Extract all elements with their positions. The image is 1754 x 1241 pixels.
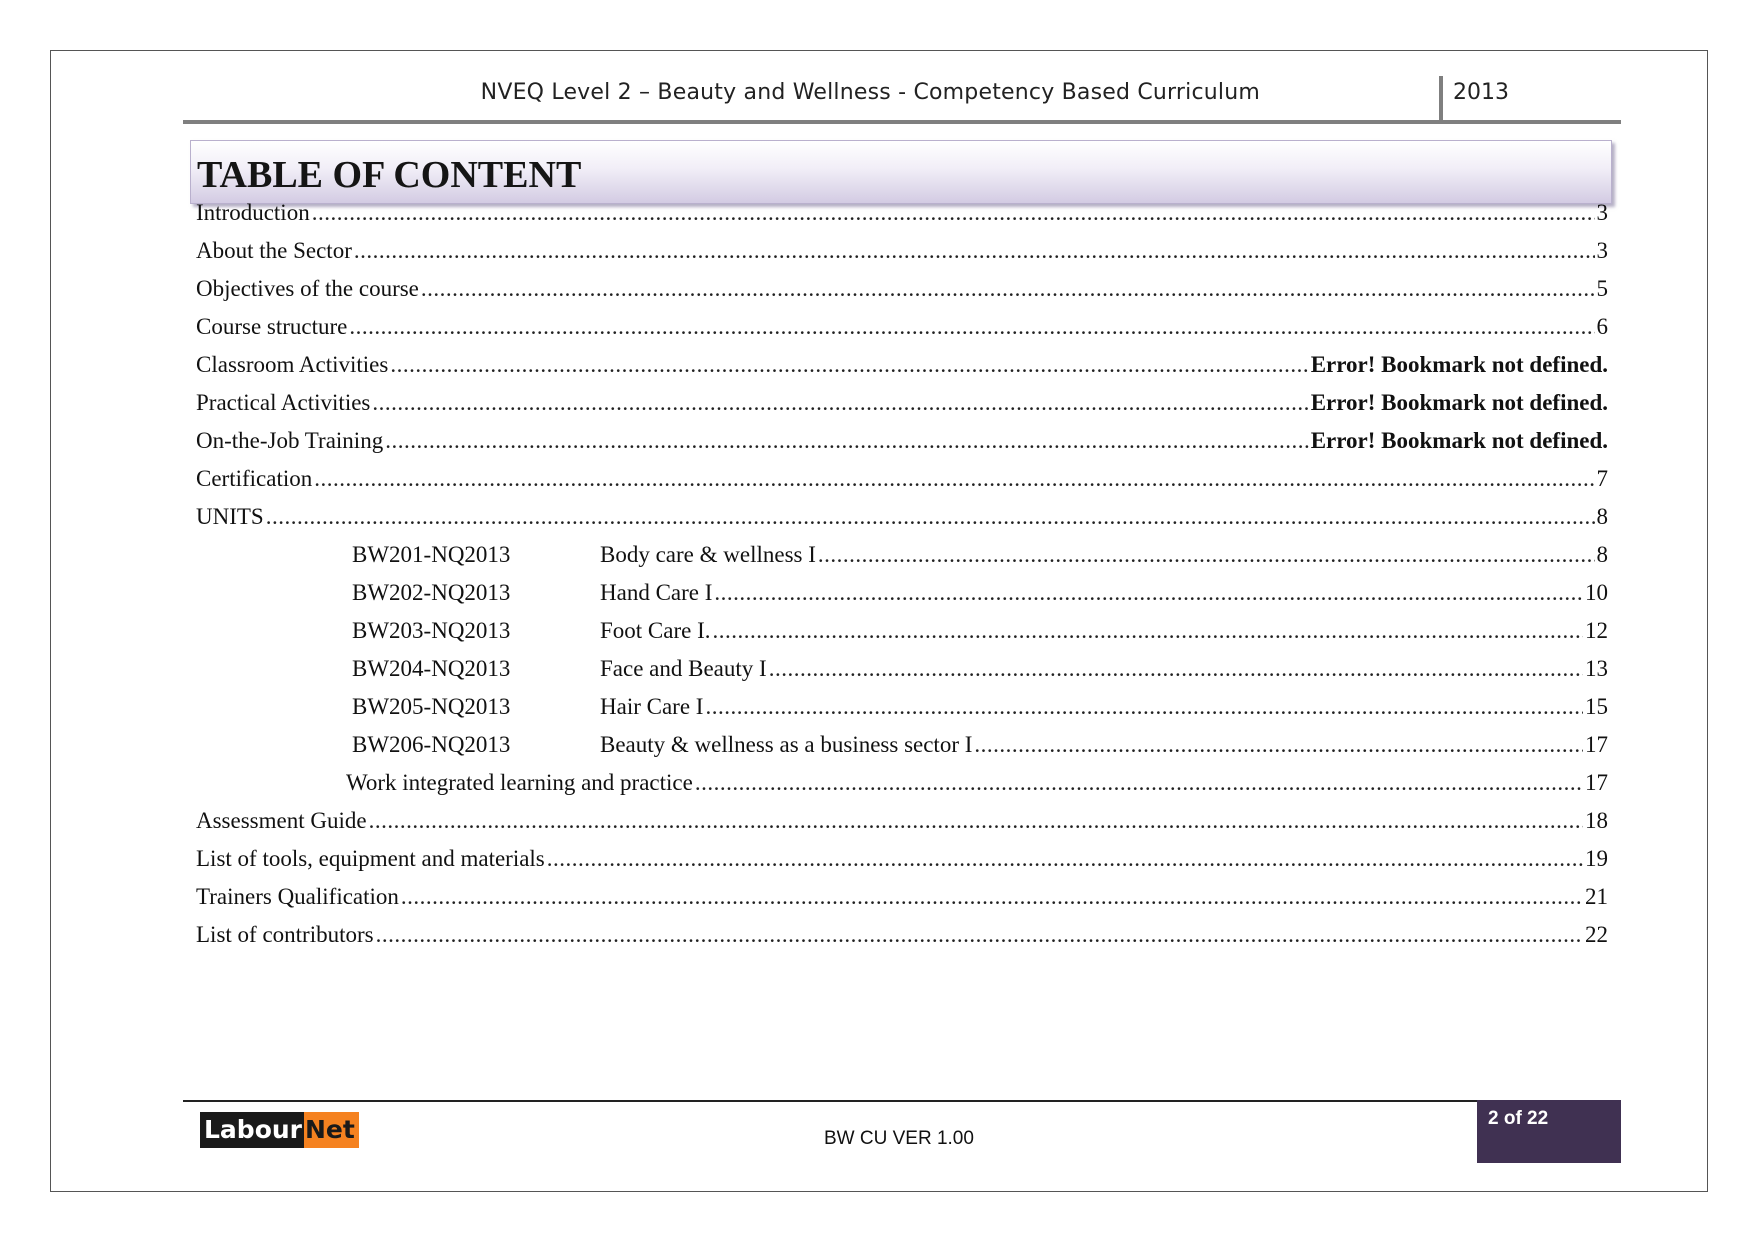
unit-code: BW203-NQ2013 xyxy=(352,618,511,643)
toc-entry-practical-activities[interactable]: Practical Activities Error! Bookmark not… xyxy=(196,388,1608,418)
toc-entry-unit-bw202[interactable]: BW202-NQ2013 Hand Care I 10 xyxy=(352,578,1608,608)
dot-leader xyxy=(547,844,1583,874)
dot-leader xyxy=(312,198,1595,228)
dot-leader xyxy=(401,882,1583,912)
toc-entry-page: 10 xyxy=(1585,580,1608,605)
toc-entry-unit-bw201[interactable]: BW201-NQ2013 Body care & wellness I 8 xyxy=(352,540,1608,570)
dot-leader xyxy=(369,806,1583,836)
toc-entry-title: Work integrated learning and practice xyxy=(346,770,693,795)
logo-text-labour: Labour xyxy=(200,1112,304,1148)
toc-entry-title: Body care & wellness I xyxy=(600,542,816,567)
toc-entry-certification[interactable]: Certification 7 xyxy=(196,464,1608,494)
toc-entry-page: 19 xyxy=(1585,846,1608,871)
toc-heading: TABLE OF CONTENT xyxy=(197,154,582,196)
dot-leader xyxy=(376,920,1583,950)
toc-entry-page-error: Error! Bookmark not defined. xyxy=(1310,352,1608,377)
toc-entry-page: 8 xyxy=(1596,542,1609,567)
toc-entry-page-error: Error! Bookmark not defined. xyxy=(1310,390,1608,415)
toc-entry-units[interactable]: UNITS 8 xyxy=(196,502,1608,532)
dot-leader xyxy=(372,388,1308,418)
toc-entry-title: Practical Activities xyxy=(196,390,371,415)
toc-entry-page: 3 xyxy=(1596,200,1609,225)
dot-leader xyxy=(714,578,1583,608)
dot-leader xyxy=(266,502,1595,532)
toc-entry-page: 3 xyxy=(1596,238,1609,263)
toc-entry-title: UNITS xyxy=(196,504,264,529)
dot-leader xyxy=(974,730,1583,760)
unit-code: BW201-NQ2013 xyxy=(352,542,511,567)
toc-entry-page: 22 xyxy=(1585,922,1608,947)
toc-entry-title: Foot Care I. xyxy=(600,618,711,643)
toc-heading-box: TABLE OF CONTENT xyxy=(190,140,1612,204)
toc-entry-title: List of tools, equipment and materials xyxy=(196,846,545,871)
toc-entry-title: Assessment Guide xyxy=(196,808,367,833)
toc-entry-title: Trainers Qualification xyxy=(196,884,399,909)
running-header-title: NVEQ Level 2 – Beauty and Wellness - Com… xyxy=(480,80,1260,105)
unit-code: BW204-NQ2013 xyxy=(352,656,511,681)
toc-entry-introduction[interactable]: Introduction 3 xyxy=(196,198,1608,228)
toc-entry-page: 18 xyxy=(1585,808,1608,833)
running-header-year: 2013 xyxy=(1453,80,1509,105)
toc-entry-course-structure[interactable]: Course structure 6 xyxy=(196,312,1608,342)
dot-leader xyxy=(349,312,1594,342)
toc-entry-tools-equipment[interactable]: List of tools, equipment and materials 1… xyxy=(196,844,1608,874)
dot-leader xyxy=(314,464,1594,494)
unit-code: BW206-NQ2013 xyxy=(352,732,511,757)
toc-entry-title: List of contributors xyxy=(196,922,374,947)
toc-entry-title: Hand Care I xyxy=(600,580,713,605)
toc-entry-title: Introduction xyxy=(196,200,310,225)
toc-entry-page: 12 xyxy=(1585,618,1608,643)
header-rule xyxy=(183,120,1621,124)
toc-entry-page: 21 xyxy=(1585,884,1608,909)
toc-entry-trainers-qualification[interactable]: Trainers Qualification 21 xyxy=(196,882,1608,912)
toc-entry-unit-bw203[interactable]: BW203-NQ2013 Foot Care I. 12 xyxy=(352,616,1608,646)
toc-entry-title: Hair Care I xyxy=(600,694,704,719)
document-version: BW CU VER 1.00 xyxy=(824,1128,974,1149)
toc-entry-unit-bw204[interactable]: BW204-NQ2013 Face and Beauty I 13 xyxy=(352,654,1608,684)
dot-leader xyxy=(769,654,1583,684)
dot-leader xyxy=(385,426,1309,456)
unit-code: BW205-NQ2013 xyxy=(352,694,511,719)
toc-entry-title: Face and Beauty I xyxy=(600,656,767,681)
toc-entry-page: 13 xyxy=(1585,656,1608,681)
toc-entry-page: 17 xyxy=(1585,770,1608,795)
logo-text-net: Net xyxy=(304,1112,359,1148)
page-indicator: 2 of 22 xyxy=(1488,1108,1549,1129)
toc-entry-on-the-job-training[interactable]: On-the-Job Training Error! Bookmark not … xyxy=(196,426,1608,456)
header-separator xyxy=(1439,76,1443,122)
dot-leader xyxy=(421,274,1595,304)
dot-leader xyxy=(713,616,1583,646)
toc-entry-title: Course structure xyxy=(196,314,348,339)
dot-leader xyxy=(354,236,1595,266)
toc-entry-page: 7 xyxy=(1596,466,1609,491)
toc-entry-page: 5 xyxy=(1596,276,1609,301)
toc-entry-page: 15 xyxy=(1585,694,1608,719)
toc-entry-about-the-sector[interactable]: About the Sector 3 xyxy=(196,236,1608,266)
toc-entry-objectives[interactable]: Objectives of the course 5 xyxy=(196,274,1608,304)
footer-rule xyxy=(183,1100,1621,1102)
toc-entry-unit-bw205[interactable]: BW205-NQ2013 Hair Care I 15 xyxy=(352,692,1608,722)
toc-entry-title: Certification xyxy=(196,466,313,491)
toc-entry-classroom-activities[interactable]: Classroom Activities Error! Bookmark not… xyxy=(196,350,1608,380)
unit-code: BW202-NQ2013 xyxy=(352,580,511,605)
dot-leader xyxy=(390,350,1308,380)
toc-entry-list-of-contributors[interactable]: List of contributors 22 xyxy=(196,920,1608,950)
toc-entry-title: On-the-Job Training xyxy=(196,428,384,453)
toc-entry-work-integrated-learning[interactable]: Work integrated learning and practice 17 xyxy=(346,768,1608,798)
toc-entry-title: Beauty & wellness as a business sector I xyxy=(600,732,973,757)
toc-entry-unit-bw206[interactable]: BW206-NQ2013 Beauty & wellness as a busi… xyxy=(352,730,1608,760)
page-number-badge: 2 of 22 xyxy=(1477,1100,1621,1163)
toc-entry-title: Classroom Activities xyxy=(196,352,389,377)
toc-entry-title: About the Sector xyxy=(196,238,352,263)
toc-entry-page-error: Error! Bookmark not defined. xyxy=(1310,428,1608,453)
dot-leader xyxy=(818,540,1595,570)
toc-entry-page: 6 xyxy=(1596,314,1609,339)
dot-leader xyxy=(695,768,1583,798)
dot-leader xyxy=(705,692,1583,722)
labournet-logo: Labour Net xyxy=(200,1112,359,1148)
toc-entry-page: 17 xyxy=(1585,732,1608,757)
toc-entry-title: Objectives of the course xyxy=(196,276,419,301)
toc-entry-assessment-guide[interactable]: Assessment Guide 18 xyxy=(196,806,1608,836)
toc-entry-page: 8 xyxy=(1596,504,1609,529)
